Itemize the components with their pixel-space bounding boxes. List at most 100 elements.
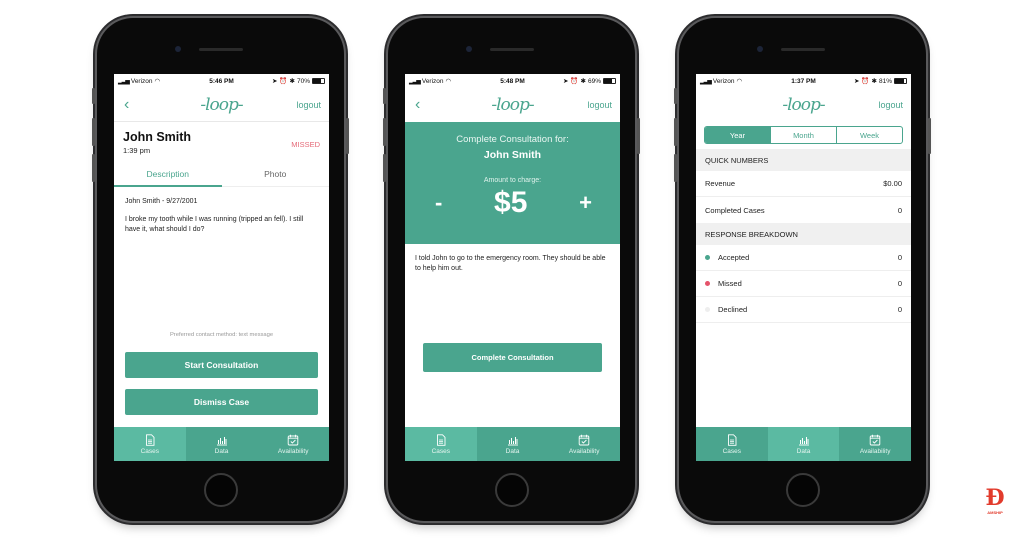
tab-data[interactable]: Data [186, 427, 258, 461]
front-camera [466, 46, 472, 52]
battery-fill [312, 79, 321, 83]
volume-up-button [383, 118, 386, 146]
tab-cases[interactable]: Cases [114, 427, 186, 461]
battery-percent: 69% [587, 77, 601, 85]
battery-fill [894, 79, 904, 83]
tab-cases[interactable]: Cases [405, 427, 477, 461]
battery-icon [311, 78, 325, 84]
tab-cases-label: Cases [722, 447, 742, 455]
wifi-icon: ◠ [445, 78, 452, 85]
start-consultation-button[interactable]: Start Consultation [125, 352, 318, 378]
home-button[interactable] [494, 473, 529, 507]
case-detail-screen: ▂▃▅ Verizon ◠ 5:46 PM ➤ ⏰ ✱ 70% ‹ -loop- logo… [114, 74, 329, 461]
breakdown-row-accepted: Accepted 0 [696, 245, 911, 271]
breakdown-row-missed: Missed 0 [696, 271, 911, 297]
bar-chart-icon [798, 436, 809, 445]
tab-description[interactable]: Description [114, 161, 222, 187]
consultation-notes-field[interactable]: I told John to go to the emergency room.… [405, 244, 620, 284]
earpiece-speaker [781, 48, 825, 51]
front-camera [757, 46, 763, 52]
amount-value: $5 [494, 186, 528, 219]
complete-consultation-screen: ▂▃▅ Verizon ◠ 5:48 PM ➤ ⏰ ✱ 69% ‹ -loop- logo… [405, 74, 620, 461]
tab-availability[interactable]: Availability [548, 427, 620, 461]
volume-up-button [92, 118, 95, 146]
period-week[interactable]: Week [836, 127, 902, 143]
breakdown-value: 0 [897, 279, 902, 288]
status-badge: MISSED [291, 140, 320, 149]
wifi-icon: ◠ [736, 78, 743, 85]
period-selector: Year Month Week [704, 126, 903, 144]
clock: 5:46 PM [209, 77, 234, 85]
increase-amount-button[interactable]: + [579, 190, 592, 216]
alarm-icon: ⏰ [861, 78, 870, 85]
stat-row-completed-cases: Completed Cases 0 [696, 197, 911, 223]
power-button [928, 118, 931, 154]
carrier-label: Verizon [421, 77, 444, 85]
tab-cases[interactable]: Cases [696, 427, 768, 461]
consultation-title: Complete Consultation for: [456, 134, 569, 145]
battery-icon [602, 78, 616, 84]
loop-logo: -loop- [782, 95, 825, 115]
amship-logo-icon: Ð [985, 485, 1005, 511]
stat-label: Revenue [705, 179, 736, 188]
period-year[interactable]: Year [705, 127, 770, 143]
back-button[interactable]: ‹ [124, 96, 154, 114]
volume-down-button [383, 154, 386, 182]
logout-link[interactable]: logout [878, 100, 903, 110]
document-icon [727, 433, 737, 446]
nav-bar: ‹ -loop- logout [114, 88, 329, 122]
period-month[interactable]: Month [770, 127, 836, 143]
patient-name: John Smith [483, 149, 542, 161]
amount-stepper: - $5 + [405, 186, 620, 220]
phone-frame-1: ▂▃▅ Verizon ◠ 5:46 PM ➤ ⏰ ✱ 70% ‹ -loop- logo… [92, 18, 349, 521]
bottom-tab-bar: Cases Data Availability [405, 427, 620, 461]
declined-dot-icon [705, 307, 710, 312]
tab-data-label: Data [505, 447, 520, 455]
location-icon: ➤ [271, 78, 278, 85]
decrease-amount-button[interactable]: - [435, 190, 442, 216]
breakdown-label: Accepted [718, 253, 750, 262]
earpiece-speaker [199, 48, 243, 51]
earpiece-speaker [490, 48, 534, 51]
tab-data[interactable]: Data [477, 427, 549, 461]
amount-label: Amount to charge: [483, 177, 542, 184]
preferred-contact: Preferred contact method: text message [169, 332, 274, 338]
tab-cases-label: Cases [140, 447, 160, 455]
consultation-panel: Complete Consultation for: John Smith Am… [405, 122, 620, 244]
clock: 1:37 PM [791, 77, 816, 85]
tab-availability[interactable]: Availability [839, 427, 911, 461]
volume-down-button [92, 154, 95, 182]
signal-icon: ▂▃▅ [700, 78, 712, 85]
mute-switch [383, 88, 386, 104]
wifi-icon: ◠ [154, 78, 161, 85]
front-camera [175, 46, 181, 52]
complete-consultation-button[interactable]: Complete Consultation [423, 343, 602, 372]
dismiss-case-button[interactable]: Dismiss Case [125, 389, 318, 415]
phone-frame-2: ▂▃▅ Verizon ◠ 5:48 PM ➤ ⏰ ✱ 69% ‹ -loop- logo… [383, 18, 640, 521]
status-bar: ▂▃▅ Verizon ◠ 5:48 PM ➤ ⏰ ✱ 69% [405, 74, 620, 88]
mute-switch [674, 88, 677, 104]
patient-name: John Smith [123, 130, 192, 144]
logout-link[interactable]: logout [587, 100, 612, 110]
battery-percent: 81% [878, 77, 892, 85]
tab-availability[interactable]: Availability [257, 427, 329, 461]
logout-link[interactable]: logout [296, 100, 321, 110]
case-tabs: Description Photo [114, 161, 329, 187]
alarm-icon: ⏰ [570, 78, 579, 85]
stat-row-revenue: Revenue $0.00 [696, 171, 911, 197]
volume-up-button [674, 118, 677, 146]
breakdown-row-declined: Declined 0 [696, 297, 911, 323]
tab-data[interactable]: Data [767, 427, 840, 461]
home-button[interactable] [785, 473, 820, 507]
bluetooth-icon: ✱ [289, 78, 295, 85]
breakdown-label: Missed [718, 279, 742, 288]
carrier-label: Verizon [712, 77, 735, 85]
tab-availability-label: Availability [277, 447, 309, 455]
bar-chart-icon [216, 436, 227, 445]
back-button[interactable]: ‹ [415, 96, 445, 114]
calendar-check-icon [869, 434, 881, 445]
document-icon [436, 433, 446, 446]
home-button[interactable] [203, 473, 238, 507]
tab-data-label: Data [214, 447, 229, 455]
tab-photo[interactable]: Photo [222, 161, 330, 186]
